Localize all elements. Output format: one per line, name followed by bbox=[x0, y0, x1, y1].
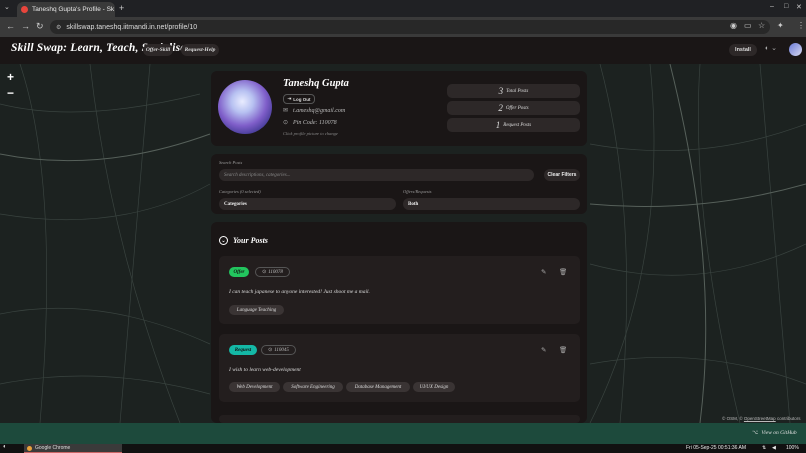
stat-offer-value: 2 bbox=[498, 103, 503, 113]
stat-request-posts: 1 Request Posts bbox=[447, 118, 580, 132]
request-help-button[interactable]: Request-Help bbox=[181, 44, 219, 56]
edit-icon[interactable]: ✎ bbox=[541, 346, 546, 354]
profile-name: Taneshq Gupta bbox=[283, 78, 349, 89]
address-url: skillswap.taneshq.iitmandi.in.net/profil… bbox=[66, 23, 198, 31]
maximize-icon[interactable]: □ bbox=[784, 3, 788, 10]
logout-icon: ⇥ bbox=[287, 96, 292, 101]
trash-icon[interactable]: 🗑 bbox=[559, 268, 567, 276]
stat-request-value: 1 bbox=[495, 120, 501, 130]
post-type-badge: Offer bbox=[229, 267, 249, 277]
theme-toggle-icon[interactable]: ◐ ⌄ bbox=[765, 44, 781, 56]
footer-bar bbox=[0, 423, 806, 444]
github-link[interactable]: ⌥ View on GitHub bbox=[752, 430, 797, 436]
logout-label: Log Out bbox=[293, 96, 311, 102]
browser-tabbar: ⌄ Taneshq Gupta's Profile - Sk ✕ + – □ ✕ bbox=[0, 0, 806, 17]
site-info-icon[interactable]: ⚙ bbox=[56, 24, 61, 31]
minimize-icon[interactable]: – bbox=[770, 3, 774, 10]
taskbar-chrome-app[interactable]: Google Chrome bbox=[24, 444, 122, 453]
tracking-icon[interactable]: ◉ bbox=[730, 21, 737, 30]
post-type-badge: Request bbox=[229, 345, 257, 355]
post-pin-badge: ⊙ 110078 bbox=[255, 267, 290, 277]
edit-icon[interactable]: ✎ bbox=[541, 268, 546, 276]
location-pin-icon: ⊙ bbox=[262, 270, 267, 275]
chrome-icon bbox=[27, 445, 32, 451]
post-pin-badge: ⊙ 110045 bbox=[261, 345, 296, 355]
browser-tab[interactable]: Taneshq Gupta's Profile - Sk ✕ bbox=[17, 2, 115, 17]
map-attribution: © OSM, © OpenStreetMap contributors bbox=[722, 416, 800, 421]
address-bar[interactable]: ⚙ skillswap.taneshq.iitmandi.in.net/prof… bbox=[50, 20, 770, 34]
network-icon[interactable]: ⇅ bbox=[762, 445, 766, 451]
volume-icon[interactable]: ◀ bbox=[772, 445, 776, 451]
search-input[interactable]: Search descriptions, categories... bbox=[219, 169, 534, 181]
tab-list-icon[interactable]: ⌄ bbox=[4, 3, 10, 11]
attribution-separator: , © bbox=[736, 416, 743, 421]
post-pin: 110045 bbox=[274, 347, 289, 353]
location-pin-icon: ⊙ bbox=[283, 120, 289, 126]
github-label: View on GitHub bbox=[761, 430, 797, 436]
attribution-osm-link[interactable]: © OSM bbox=[722, 416, 737, 421]
close-tab-icon[interactable]: ✕ bbox=[114, 6, 115, 14]
profile-picture[interactable] bbox=[218, 80, 272, 134]
type-filter-label: Offers/Requests bbox=[403, 189, 432, 194]
install-label: Install bbox=[735, 47, 751, 53]
stat-request-label: Request Posts bbox=[503, 122, 532, 128]
clear-filters-button[interactable]: Clear Filters bbox=[544, 169, 580, 181]
attribution-contributors: contributors bbox=[776, 416, 801, 421]
posts-title-text: Your Posts bbox=[233, 236, 268, 245]
stat-total-label: Total Posts bbox=[506, 88, 529, 94]
post-tag: Language Teaching bbox=[229, 305, 284, 315]
stat-total-value: 3 bbox=[498, 86, 504, 96]
offer-skill-button[interactable]: Offer-Skill bbox=[143, 44, 173, 56]
categories-label: Categories (0 selected) bbox=[219, 189, 261, 194]
stat-offer-posts: 2 Offer Posts bbox=[447, 101, 580, 115]
install-button[interactable]: Install bbox=[729, 44, 757, 56]
os-menu-icon[interactable]: ◐ bbox=[3, 444, 7, 450]
bookmark-star-icon[interactable]: ☆ bbox=[758, 21, 765, 30]
type-filter-select[interactable]: Both bbox=[403, 198, 580, 210]
attribution-openstreetmap-link[interactable]: OpenStreetMap bbox=[744, 416, 776, 421]
posts-title: ⌄ Your Posts bbox=[219, 236, 268, 245]
forward-icon[interactable]: → bbox=[21, 21, 30, 31]
zoom-out-button[interactable]: − bbox=[7, 86, 14, 100]
post-tag: Database Management bbox=[346, 382, 410, 392]
location-pin-icon: ⊙ bbox=[268, 348, 273, 353]
profile-pincode-row: ⊙ Pin Code: 110078 bbox=[283, 119, 337, 127]
close-window-icon[interactable]: ✕ bbox=[796, 3, 802, 11]
logout-button[interactable]: ⇥ Log Out bbox=[283, 94, 315, 104]
post-tag: UI/UX Design bbox=[413, 382, 455, 392]
mail-icon: ✉ bbox=[283, 108, 289, 114]
categories-select[interactable]: Categories bbox=[219, 198, 396, 210]
trash-icon[interactable]: 🗑 bbox=[559, 346, 567, 354]
menu-kebab-icon[interactable]: ⋮ bbox=[797, 21, 805, 30]
stat-total-posts: 3 Total Posts bbox=[447, 84, 580, 98]
reload-icon[interactable]: ↻ bbox=[36, 21, 44, 32]
post-tag: Software Engineering bbox=[283, 382, 343, 392]
profile-email-row: ✉ t.ameshq@gmail.com bbox=[283, 107, 346, 115]
zoom-in-button[interactable]: + bbox=[7, 70, 14, 84]
taskbar-app-label: Google Chrome bbox=[35, 445, 71, 451]
profile-picture-hint: Click profile picture to change bbox=[283, 131, 338, 136]
profile-pincode: Pin Code: 110078 bbox=[293, 119, 337, 126]
new-tab-icon[interactable]: + bbox=[119, 3, 124, 13]
chevron-down-icon[interactable]: ⌄ bbox=[219, 236, 228, 245]
clock[interactable]: Fri 05-Sep-25 00:51:36 AM bbox=[686, 445, 746, 451]
battery-level[interactable]: 100% bbox=[786, 445, 799, 451]
header-avatar[interactable] bbox=[789, 43, 802, 56]
post-description: I can teach japanese to anyone intereste… bbox=[229, 289, 370, 295]
post-pin: 110078 bbox=[268, 269, 283, 275]
profile-email: t.ameshq@gmail.com bbox=[293, 107, 346, 114]
back-icon[interactable]: ← bbox=[6, 21, 15, 31]
github-icon: ⌥ bbox=[752, 430, 759, 436]
post-card bbox=[219, 415, 580, 423]
search-label: Search Posts bbox=[219, 160, 243, 165]
tab-title: Taneshq Gupta's Profile - Sk bbox=[32, 6, 115, 13]
install-app-icon[interactable]: ▭ bbox=[744, 21, 752, 30]
site-favicon-icon bbox=[21, 6, 28, 13]
post-tag: Web Development bbox=[229, 382, 280, 392]
stat-offer-label: Offer Posts bbox=[505, 105, 529, 111]
post-description: I wish to learn web-development bbox=[229, 367, 301, 373]
extensions-icon[interactable]: ✦ bbox=[777, 21, 784, 30]
